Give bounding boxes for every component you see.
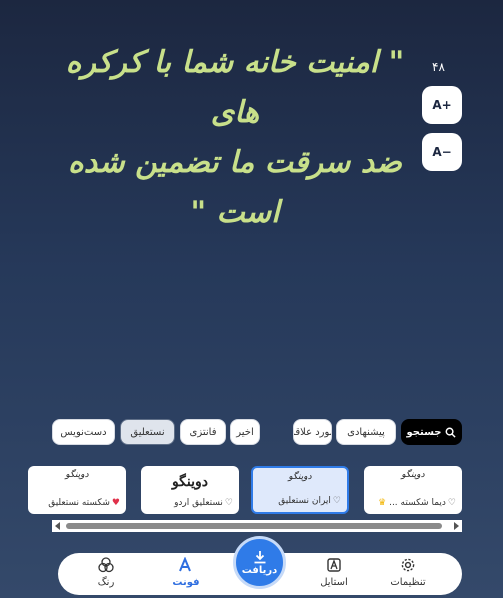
font-card[interactable]: دوینگو ♡نستعلیق اردو [141,466,239,514]
chip-fantasy[interactable]: فانتزی [180,419,226,445]
font-card[interactable]: دوینگو ♥شکسته نستعلیق [28,466,126,514]
font-name: دیما شکسته ... [389,498,446,508]
font-size-value: ۴۸ [432,60,445,74]
increase-size-button[interactable]: A+ [422,86,462,124]
heart-icon[interactable]: ♡ [333,496,341,506]
font-name-row: ♡نستعلیق اردو [145,498,233,508]
nav-settings-label: تنظیمات [390,577,426,588]
font-name-row: ♡دیما شکسته ... ♛ [368,498,456,508]
preview-text: " امنیت خانه شما با کرکره های ضد سرقت ما… [65,45,405,230]
crown-icon: ♛ [378,498,387,508]
heart-icon[interactable]: ♡ [225,498,233,508]
heart-filled-icon[interactable]: ♥ [112,498,120,508]
font-icon [179,557,191,572]
nav-style-label: استایل [320,577,348,588]
search-chip[interactable]: جستجو [401,419,462,445]
font-list: دوینگو ♡دیما شکسته ... ♛ دوینگو ♡ایران ن… [0,466,503,516]
font-preview: دوینگو [288,472,312,482]
decrease-size-button[interactable]: A− [422,133,462,171]
chip-favorites[interactable]: مورد علاقه [293,419,332,445]
nav-font[interactable]: فونت [156,557,216,588]
chip-suggested[interactable]: پیشنهادی [336,419,396,445]
font-name-row: ♡ایران نستعلیق [257,496,341,506]
download-button[interactable]: دریافت [233,536,286,589]
chip-nastaliq[interactable]: نستعلیق [120,419,175,445]
scroll-thumb[interactable] [66,523,442,529]
gear-icon [401,558,415,572]
style-icon [327,558,341,572]
font-preview: دوینگو [171,474,209,490]
search-icon [446,427,457,438]
chip-handwriting[interactable]: دست‌نویس [52,419,115,445]
category-chips: جستجو پیشنهادی مورد علاقه اخیر فانتزی نس… [0,419,503,447]
search-chip-label: جستجو [406,426,442,438]
nav-color-label: رنگ [97,577,115,588]
nav-font-label: فونت [172,577,200,588]
font-preview: دوینگو [65,470,89,480]
font-name-row: ♥شکسته نستعلیق [32,498,120,508]
font-card[interactable]: دوینگو ♡دیما شکسته ... ♛ [364,466,462,514]
scroll-right-icon[interactable] [454,522,459,530]
chip-recent[interactable]: اخیر [230,419,260,445]
download-label: دریافت [241,565,278,576]
color-icon [98,557,114,573]
font-name: نستعلیق اردو [174,498,223,508]
scroll-left-icon[interactable] [55,522,60,530]
nav-settings[interactable]: تنظیمات [378,557,438,588]
font-preview: دوینگو [401,470,425,480]
horizontal-scrollbar[interactable] [52,520,462,532]
font-card-selected[interactable]: دوینگو ♡ایران نستعلیق [251,466,349,514]
font-name: شکسته نستعلیق [48,498,110,508]
font-name: ایران نستعلیق [278,496,331,506]
nav-color[interactable]: رنگ [76,557,136,588]
heart-icon[interactable]: ♡ [448,498,456,508]
download-icon [254,551,265,564]
nav-style[interactable]: استایل [304,557,364,588]
